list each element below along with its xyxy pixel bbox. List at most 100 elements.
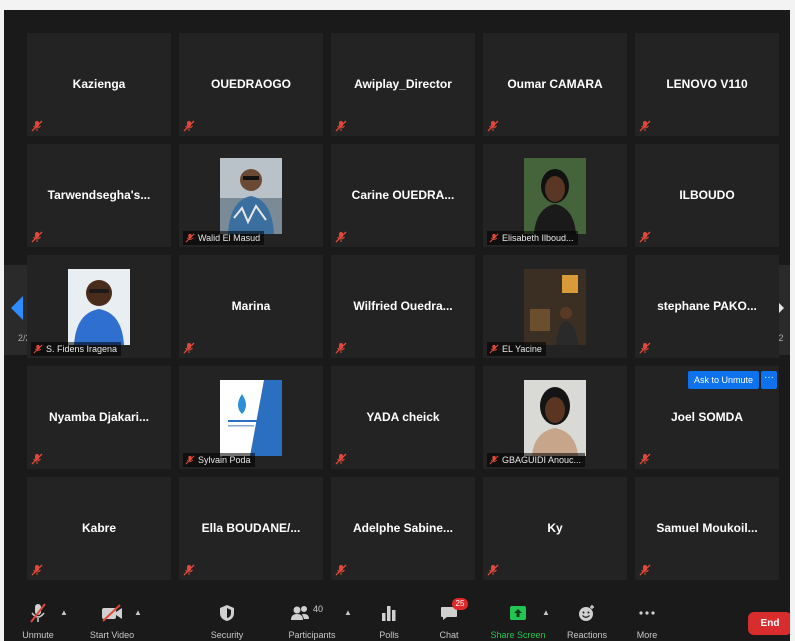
muted-mic-icon xyxy=(639,564,651,576)
participant-tile[interactable]: Elisabeth Ilboud... xyxy=(483,144,627,247)
muted-mic-icon xyxy=(33,344,43,354)
participant-name: Ella BOUDANE/... xyxy=(201,521,301,535)
audio-options-chevron-icon[interactable]: ▲ xyxy=(60,608,68,617)
participant-tile[interactable]: Awiplay_Director xyxy=(331,33,475,136)
start-video-button[interactable]: Start Video xyxy=(90,596,134,641)
participants-button[interactable]: 40 Participants xyxy=(288,596,335,641)
participant-tile[interactable]: Tarwendsegha's... xyxy=(27,144,171,247)
muted-mic-icon xyxy=(489,455,499,465)
muted-mic-icon xyxy=(489,233,499,243)
participant-name: Samuel Moukoil... xyxy=(656,521,758,535)
participant-name: Marina xyxy=(231,299,271,313)
video-options-chevron-icon[interactable]: ▲ xyxy=(134,608,142,617)
chat-button[interactable]: 25 Chat xyxy=(436,596,468,641)
unmute-label: Unmute xyxy=(22,630,54,640)
participant-name: Kabre xyxy=(81,521,116,535)
participant-tile[interactable]: Sylvain Poda xyxy=(179,366,323,469)
muted-mic-icon xyxy=(30,603,46,623)
participant-name: Adelphe Sabine... xyxy=(352,521,454,535)
muted-mic-icon xyxy=(31,453,43,465)
participants-options-chevron-icon[interactable]: ▲ xyxy=(344,608,352,617)
participant-name: Oumar CAMARA xyxy=(507,77,603,91)
participant-tile[interactable]: Adelphe Sabine... xyxy=(331,477,475,580)
end-meeting-button[interactable]: End xyxy=(748,612,790,635)
participant-tile[interactable]: Carine OUEDRA... xyxy=(331,144,475,247)
more-label: More xyxy=(636,630,658,640)
participant-tile[interactable]: Samuel Moukoil... xyxy=(635,477,779,580)
muted-mic-icon xyxy=(335,342,347,354)
muted-mic-icon xyxy=(639,453,651,465)
participant-name: ILBOUDO xyxy=(679,188,735,202)
participant-name: Ky xyxy=(547,521,563,535)
shield-icon xyxy=(220,605,234,621)
muted-mic-icon xyxy=(183,342,195,354)
muted-mic-icon xyxy=(183,120,195,132)
muted-mic-icon xyxy=(335,120,347,132)
participant-tile[interactable]: Wilfried Ouedra... xyxy=(331,255,475,358)
participant-more-button[interactable]: ··· xyxy=(761,371,777,389)
reactions-button[interactable]: Reactions xyxy=(567,596,607,641)
muted-mic-icon xyxy=(183,564,195,576)
muted-mic-icon xyxy=(185,455,195,465)
muted-mic-icon xyxy=(335,453,347,465)
participant-tile[interactable]: Oumar CAMARA xyxy=(483,33,627,136)
participant-tile[interactable]: stephane PAKO... xyxy=(635,255,779,358)
zoom-meeting-window: 2/2 2/2 Kazienga OUEDRAOGO Awiplay_Direc… xyxy=(4,10,790,641)
ask-to-unmute-button[interactable]: Ask to Unmute xyxy=(688,371,759,389)
participant-tile[interactable]: Ky xyxy=(483,477,627,580)
muted-mic-icon xyxy=(31,564,43,576)
participant-tile[interactable]: Kabre xyxy=(27,477,171,580)
polls-button[interactable]: Polls xyxy=(376,596,402,641)
participant-tile[interactable]: Kazienga xyxy=(27,33,171,136)
muted-mic-icon xyxy=(639,120,651,132)
participant-name: Elisabeth Ilboud... xyxy=(502,233,574,243)
participant-name: Carine OUEDRA... xyxy=(351,188,455,202)
participant-photo xyxy=(524,158,586,234)
polls-icon xyxy=(382,606,396,621)
share-screen-label: Share Screen xyxy=(490,630,546,640)
participant-photo xyxy=(68,269,130,345)
unmute-button[interactable]: Unmute xyxy=(22,596,54,641)
participant-tile[interactable]: Ella BOUDANE/... xyxy=(179,477,323,580)
participant-tile[interactable]: YADA cheick xyxy=(331,366,475,469)
muted-mic-icon xyxy=(335,231,347,243)
muted-mic-icon xyxy=(185,233,195,243)
participant-tile[interactable]: LENOVO V110 xyxy=(635,33,779,136)
muted-mic-icon xyxy=(31,120,43,132)
participant-tile[interactable]: OUEDRAOGO xyxy=(179,33,323,136)
participant-label: EL Yacine xyxy=(487,342,546,356)
chat-label: Chat xyxy=(439,630,459,640)
participant-label: Sylvain Poda xyxy=(183,453,255,467)
participant-tile[interactable]: Nyamba Djakari... xyxy=(27,366,171,469)
participant-tile[interactable]: ILBOUDO xyxy=(635,144,779,247)
reactions-label: Reactions xyxy=(566,630,608,640)
participant-photo xyxy=(524,269,586,345)
participant-name: Sylvain Poda xyxy=(198,455,251,465)
participant-tile[interactable]: Walid El Masud xyxy=(179,144,323,247)
more-button[interactable]: More xyxy=(634,596,660,641)
security-button[interactable]: Security xyxy=(211,596,243,641)
participant-tile[interactable]: Marina xyxy=(179,255,323,358)
participant-tile[interactable]: EL Yacine xyxy=(483,255,627,358)
muted-mic-icon xyxy=(487,120,499,132)
participant-name: Awiplay_Director xyxy=(354,77,452,91)
participant-name: OUEDRAOGO xyxy=(210,77,291,91)
chat-unread-badge: 25 xyxy=(452,598,468,610)
participant-tile[interactable]: GBAGUIDI Anouc... xyxy=(483,366,627,469)
participant-photo xyxy=(524,380,586,456)
participant-name: Walid El Masud xyxy=(198,233,261,243)
share-screen-button[interactable]: Share Screen xyxy=(490,596,546,641)
polls-label: Polls xyxy=(379,630,399,640)
participant-grid: Kazienga OUEDRAOGO Awiplay_Director Ouma… xyxy=(27,33,783,583)
reactions-icon xyxy=(579,605,594,621)
meeting-toolbar: Unmute ▲ Start Video ▲ Security 40 Parti… xyxy=(4,596,790,641)
share-options-chevron-icon[interactable]: ▲ xyxy=(542,608,550,617)
participant-name: YADA cheick xyxy=(366,410,440,424)
participant-name: Kazienga xyxy=(72,77,126,91)
participant-name: Nyamba Djakari... xyxy=(48,410,150,424)
participant-name: S. Fidens Iragena xyxy=(46,344,118,354)
participant-tile[interactable]: S. Fidens Iragena xyxy=(27,255,171,358)
start-video-label: Start Video xyxy=(89,630,135,640)
participants-icon xyxy=(291,606,309,620)
participant-label: GBAGUIDI Anouc... xyxy=(487,453,586,467)
